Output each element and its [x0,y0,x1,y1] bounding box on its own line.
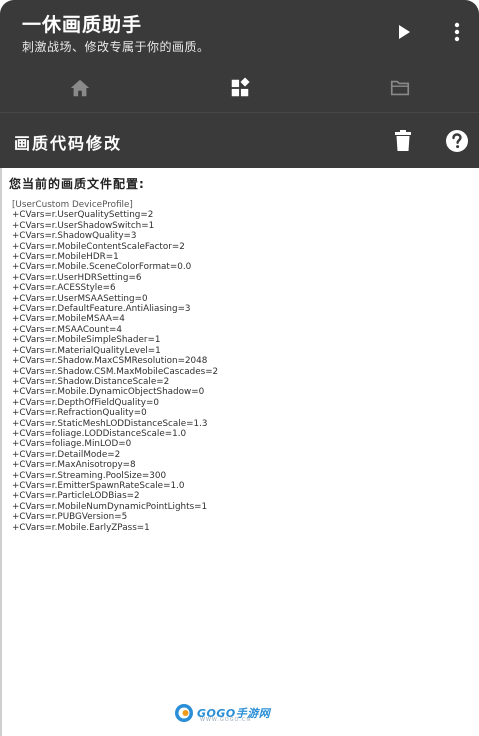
watermark: GOGO手游网 WWW.GOGO.CN [174,703,270,723]
config-line: +CVars=r.ShadowQuality=3 [12,231,137,242]
editor-toolbar: 画质代码修改 [0,112,479,168]
more-vert-icon [454,22,460,42]
tab-home[interactable] [0,64,159,112]
home-icon [70,79,89,97]
config-line: +CVars=r.MobileNumDynamicPointLights=1 [12,501,208,512]
config-line: +CVars=foliage.LODDistanceScale=1.0 [12,428,187,439]
config-line: +CVars=foliage.MinLOD=0 [12,439,132,450]
nav-tabs [0,64,479,112]
config-line: +CVars=r.ParticleLODBias=2 [12,491,140,502]
trash-icon [395,130,411,151]
play-icon [399,25,410,39]
config-line: +CVars=r.DetailMode=2 [12,449,121,460]
config-line: +CVars=r.UserShadowSwitch=1 [12,220,155,231]
config-line: +CVars=r.MobileContentScaleFactor=2 [12,241,185,252]
config-line: +CVars=r.MobileMSAA=4 [12,314,125,325]
app-title: 一休画质助手 [22,14,143,36]
tab-folder[interactable] [320,64,479,112]
more-options-button[interactable] [449,21,465,43]
app-subtitle: 刺激战场、修改专属于你的画质。 [22,40,210,54]
config-heading: 您当前的画质文件配置: [9,177,145,191]
config-line: +CVars=r.MaterialQualityLevel=1 [12,345,161,356]
config-content: 您当前的画质文件配置: [UserCustom DeviceProfile] +C… [0,168,479,736]
tab-dashboard[interactable] [160,64,319,112]
config-line: [UserCustom DeviceProfile] [12,200,133,210]
config-line: +CVars=r.Shadow.MaxCSMResolution=2048 [12,356,208,367]
content-border [0,168,2,736]
config-line: +CVars=r.ACESStyle=6 [12,283,116,294]
app-bar: 一休画质助手 刺激战场、修改专属于你的画质。 [0,0,479,112]
config-line: +CVars=r.EmitterSpawnRateScale=1.0 [12,480,185,491]
page-title: 画质代码修改 [14,134,123,153]
config-line: +CVars=r.Mobile.DynamicObjectShadow=0 [12,387,205,398]
config-line: +CVars=r.StaticMeshLODDistanceScale=1.3 [12,418,208,429]
watermark-subtext: WWW.GOGO.CN [200,717,252,723]
dashboard-icon [231,77,250,97]
config-line: +CVars=r.Mobile.EarlyZPass=1 [12,522,150,533]
play-button[interactable] [396,24,412,40]
config-line: +CVars=r.Streaming.PoolSize=300 [12,470,167,481]
config-line: +CVars=r.MSAACount=4 [12,324,122,335]
config-line: +CVars=r.Shadow.DistanceScale=2 [12,376,170,387]
delete-button[interactable] [392,129,414,153]
config-line: +CVars=r.Shadow.CSM.MaxMobileCascades=2 [12,366,219,377]
config-line: +CVars=r.Mobile.SceneColorFormat=0.0 [12,262,192,273]
config-line: +CVars=r.RefractionQuality=0 [12,408,147,419]
config-line: +CVars=r.DefaultFeature.AntiAliasing=3 [12,304,191,315]
config-line: +CVars=r.PUBGVersion=5 [12,512,128,523]
help-button[interactable] [445,129,469,153]
config-line: +CVars=r.UserQualitySetting=2 [12,210,154,221]
config-line: +CVars=r.DepthOfFieldQuality=0 [12,397,159,408]
gogo-logo-icon [175,704,193,722]
config-line: +CVars=r.UserMSAASetting=0 [12,293,148,304]
config-line: +CVars=r.MobileSimpleShader=1 [12,335,161,346]
config-text-area[interactable]: [UserCustom DeviceProfile] +CVars=r.UserQ… [12,200,472,533]
config-line: +CVars=r.MobileHDR=1 [12,252,119,263]
config-line: +CVars=r.MaxAnisotropy=8 [12,460,136,471]
config-line: +CVars=r.UserHDRSetting=6 [12,272,142,283]
help-icon [446,130,468,152]
folder-icon [390,80,409,96]
